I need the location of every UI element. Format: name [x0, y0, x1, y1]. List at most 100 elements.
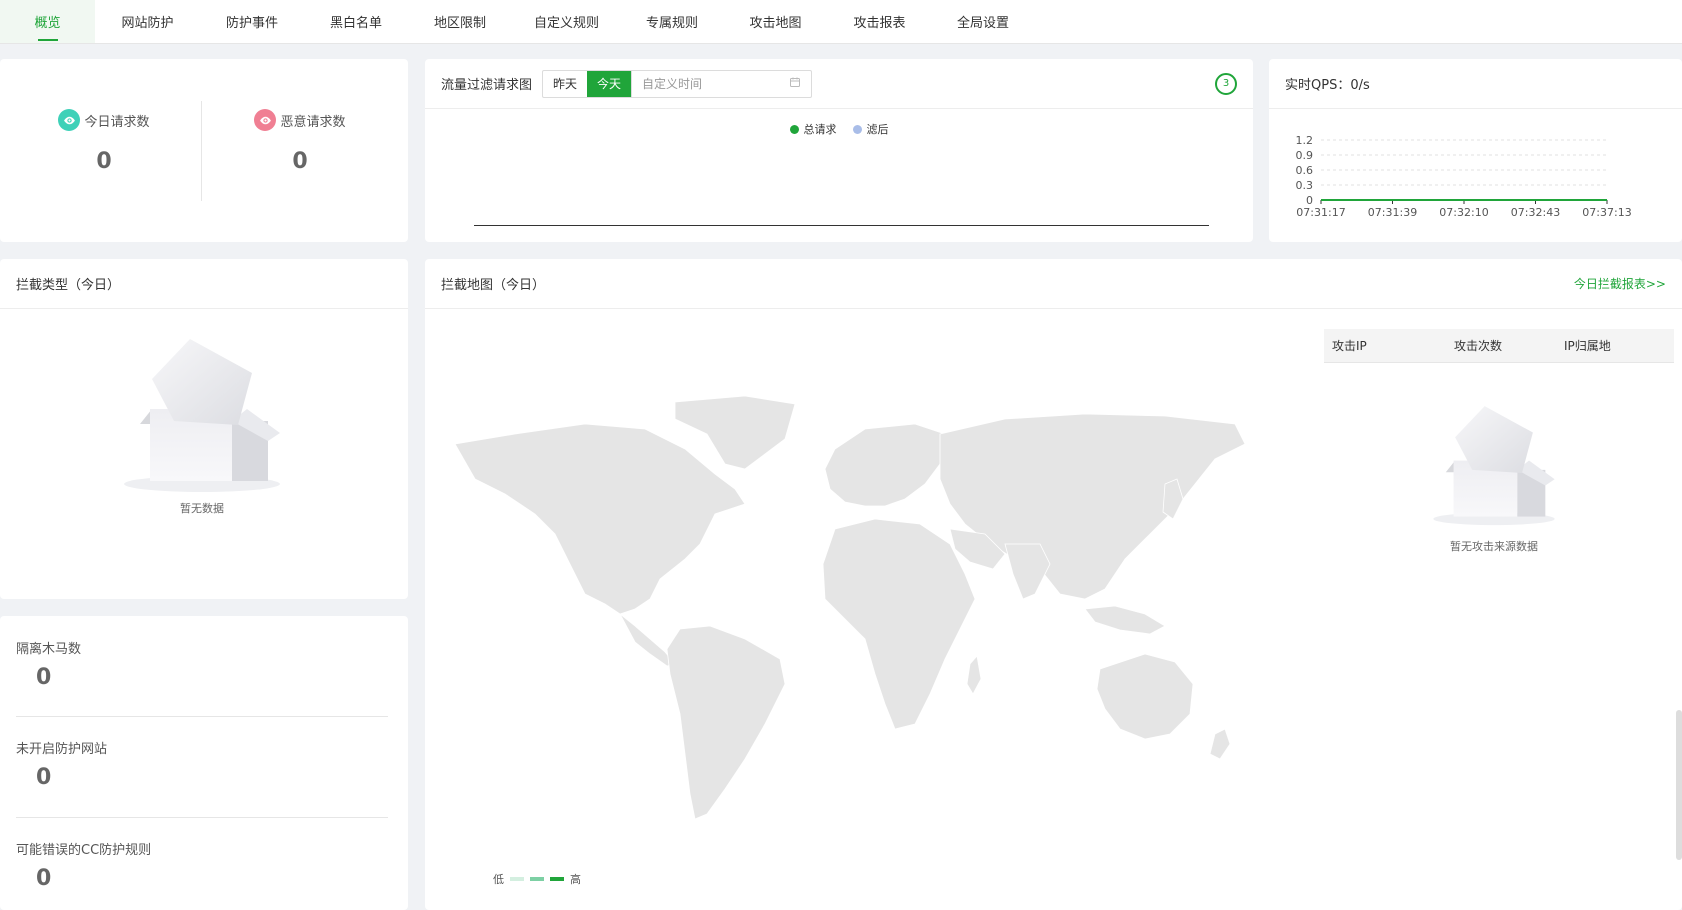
- stat-divider: [201, 101, 202, 201]
- qps-header: 实时QPS：0/s: [1269, 59, 1682, 109]
- today-requests-label-row: 今日请求数: [14, 109, 194, 131]
- tab-exclusive-rules[interactable]: 专属规则: [621, 0, 723, 43]
- legend-filtered[interactable]: 滤后: [852, 121, 889, 137]
- tab-attack-map[interactable]: 攻击地图: [723, 0, 828, 43]
- scale-low-label: 低: [493, 873, 504, 886]
- tab-black-white-list[interactable]: 黑白名单: [304, 0, 408, 43]
- qps-x-tick-label: 07:32:43: [1511, 206, 1560, 219]
- traffic-chart-axis: [474, 225, 1209, 226]
- today-requests-value: 0: [96, 149, 112, 174]
- map-region-southeast-asia: [1084, 605, 1166, 635]
- legend-filtered-label: 滤后: [866, 123, 889, 136]
- today-button[interactable]: 今天: [587, 70, 632, 97]
- legend-total[interactable]: 总请求: [789, 121, 837, 137]
- traffic-chart-header: 流量过滤请求图 昨天 今天 自定义时间 3: [425, 59, 1253, 109]
- misc-divider: [16, 716, 388, 717]
- cc-label: 可能错误的CC防护规则: [16, 843, 152, 858]
- legend-total-dot: [789, 124, 799, 134]
- block-map-header: 拦截地图（今日） 今日拦截报表>>: [425, 259, 1682, 309]
- empty-box-icon: [1433, 406, 1555, 526]
- map-region-europe: [824, 423, 946, 507]
- legend-total-label: 总请求: [803, 123, 837, 136]
- legend-filtered-dot: [852, 124, 862, 134]
- today-requests-stat: 今日请求数 0: [14, 109, 194, 174]
- block-type-title: 拦截类型（今日）: [16, 278, 121, 293]
- custom-time-input[interactable]: 自定义时间: [631, 70, 811, 97]
- traffic-chart-title: 流量过滤请求图: [441, 78, 533, 93]
- attack-empty-text: 暂无攻击来源数据: [1450, 540, 1538, 553]
- world-map[interactable]: [445, 394, 1305, 834]
- col-attack-ip[interactable]: 攻击IP: [1324, 337, 1454, 354]
- tab-protection-events[interactable]: 防护事件: [200, 0, 304, 43]
- scale-bar-low[interactable]: [510, 877, 524, 881]
- attack-empty-state: 暂无攻击来源数据: [1424, 395, 1564, 554]
- malicious-requests-value: 0: [292, 149, 308, 174]
- qps-x-tick-label: 07:37:13: [1582, 206, 1631, 219]
- scale-bar-mid[interactable]: [530, 877, 544, 881]
- block-type-card: 拦截类型（今日） 暂无数据: [0, 259, 408, 599]
- tab-custom-rules[interactable]: 自定义规则: [512, 0, 621, 43]
- block-map-card: 拦截地图（今日） 今日拦截报表>> 攻击IP 攻击次数 IP归属地 暂无攻击来源…: [425, 259, 1682, 910]
- top-nav: 概览 网站防护 防护事件 黑白名单 地区限制 自定义规则 专属规则 攻击地图 攻…: [0, 0, 1682, 44]
- malicious-requests-stat: 恶意请求数 0: [210, 109, 390, 174]
- map-visual-scale: 低 高: [493, 871, 581, 887]
- block-type-header: 拦截类型（今日）: [0, 259, 408, 309]
- misc-stats-card: 隔离木马数 0 未开启防护网站 0 可能错误的CC防护规则 0: [0, 616, 408, 910]
- qps-x-tick-label: 07:31:17: [1296, 206, 1345, 219]
- cc-value: 0: [36, 866, 52, 891]
- map-region-central-america: [619, 613, 676, 667]
- map-region-south-america: [666, 625, 786, 820]
- col-attack-count[interactable]: 攻击次数: [1454, 337, 1564, 354]
- scale-high-label: 高: [570, 873, 581, 886]
- eye-icon: [58, 109, 81, 131]
- map-region-new-zealand: [1209, 728, 1231, 760]
- unprotected-label: 未开启防护网站: [16, 742, 108, 757]
- tab-site-protection[interactable]: 网站防护: [95, 0, 200, 43]
- tab-region-limit[interactable]: 地区限制: [408, 0, 512, 43]
- attack-table-header: 攻击IP 攻击次数 IP归属地: [1324, 329, 1674, 363]
- qps-x-tick-label: 07:32:10: [1439, 206, 1488, 219]
- map-region-asia: [939, 413, 1246, 600]
- quarantine-label: 隔离木马数: [16, 642, 82, 657]
- scale-bar-high[interactable]: [550, 877, 564, 881]
- custom-time-placeholder: 自定义时间: [642, 77, 703, 91]
- qps-card: 实时QPS：0/s 0 0.3 0.6 0.9 1.2 07:31:17 07:31:39 0…: [1269, 59, 1682, 242]
- today-report-link[interactable]: 今日拦截报表>>: [1574, 275, 1666, 292]
- qps-y-tick-label: 0.6: [1296, 164, 1314, 177]
- qps-x-tick-label: 07:31:39: [1368, 206, 1417, 219]
- map-region-australia: [1096, 653, 1194, 740]
- map-region-north-america: [454, 423, 746, 615]
- eye-icon: [254, 109, 277, 131]
- tab-attack-report[interactable]: 攻击报表: [828, 0, 931, 43]
- cc-rules-stat[interactable]: 可能错误的CC防护规则 0: [16, 839, 388, 891]
- malicious-requests-label: 恶意请求数: [280, 114, 346, 130]
- empty-state: 暂无数据: [112, 329, 292, 516]
- tab-overview[interactable]: 概览: [0, 0, 95, 43]
- yesterday-button[interactable]: 昨天: [543, 71, 587, 97]
- qps-title: 实时QPS：0/s: [1285, 78, 1370, 93]
- qps-y-tick-label: 0.3: [1296, 179, 1314, 192]
- attack-source-table: 攻击IP 攻击次数 IP归属地 暂无攻击来源数据: [1324, 329, 1674, 554]
- qps-y-tick-label: 0.9: [1296, 149, 1314, 162]
- calendar-icon: [789, 76, 801, 91]
- misc-divider: [16, 817, 388, 818]
- block-map-title: 拦截地图（今日）: [441, 278, 546, 293]
- malicious-requests-label-row: 恶意请求数: [210, 109, 390, 131]
- date-range-selector: 昨天 今天 自定义时间: [542, 69, 813, 98]
- qps-y-tick-label: 1.2: [1296, 134, 1314, 147]
- col-ip-location[interactable]: IP归属地: [1564, 337, 1674, 354]
- quarantine-stat[interactable]: 隔离木马数 0: [16, 638, 388, 690]
- empty-box-icon: [124, 339, 280, 492]
- empty-text: 暂无数据: [180, 502, 224, 515]
- unprotected-value: 0: [36, 765, 52, 790]
- quarantine-value: 0: [36, 665, 52, 690]
- unprotected-sites-stat[interactable]: 未开启防护网站 0: [16, 738, 388, 790]
- scrollbar[interactable]: [1676, 710, 1682, 860]
- map-region-africa: [822, 518, 976, 730]
- tab-global-settings[interactable]: 全局设置: [931, 0, 1035, 43]
- today-requests-label: 今日请求数: [84, 114, 150, 130]
- refresh-count-badge[interactable]: 3: [1215, 72, 1237, 95]
- traffic-legend: 总请求 滤后: [425, 121, 1253, 137]
- qps-chart: 00.30.60.91.207:31:17 07:31:39 07:32:10 07:…: [1296, 134, 1632, 219]
- map-region-madagascar: [966, 655, 982, 695]
